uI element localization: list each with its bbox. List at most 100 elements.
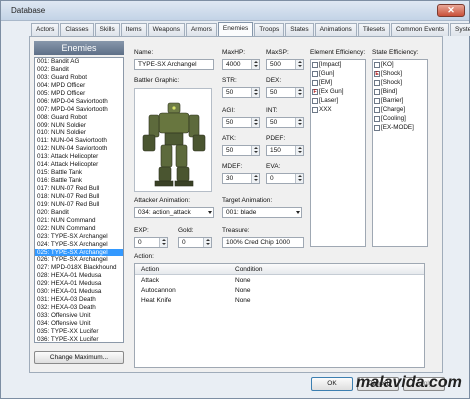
change-maximum-button[interactable]: Change Maximum... [34,351,124,364]
list-item[interactable]: 035: TYPE-XX Lucifer [35,328,123,336]
efficiency-checkbox[interactable] [374,79,380,86]
list-item[interactable]: 009: NUN Soldier [35,122,123,130]
efficiency-checkbox[interactable] [312,70,318,77]
list-item[interactable]: 002: Bandit [35,66,123,74]
list-item[interactable]: 013: Attack Helicopter [35,153,123,161]
table-row[interactable]: Autocannon None [135,286,424,296]
efficiency-checkbox[interactable] [374,106,380,113]
gold-stepper[interactable]: 0 [178,237,212,248]
close-button[interactable]: ✕ [437,4,465,17]
tab-tilesets[interactable]: Tilesets [357,23,390,36]
action-table[interactable]: Action Condition Attack None Autocannon Non… [134,263,425,368]
pdef-stepper[interactable]: 150 [266,145,304,156]
tab-system[interactable]: System [450,23,470,36]
list-item[interactable]: 023: TYPE-SX Archangel [35,233,123,241]
spin-arrows-icon[interactable] [251,88,259,97]
efficiency-checkbox[interactable]: F [312,88,318,95]
efficiency-checkbox[interactable] [312,79,318,86]
efficiency-row[interactable]: [Shock] [373,78,427,87]
list-item[interactable]: 018: NUN-07 Red Bull [35,193,123,201]
list-item[interactable]: 026: TYPE-SX Archangel [35,256,123,264]
target-animation-select[interactable]: 001: blade [222,207,302,218]
efficiency-row[interactable]: [Barrier] [373,96,427,105]
tab-actors[interactable]: Actors [31,23,60,36]
tab-armors[interactable]: Armors [185,23,217,36]
efficiency-checkbox[interactable]: E [374,70,380,77]
list-item[interactable]: 004: MPD Officer [35,82,123,90]
list-item[interactable]: 007: MPD-04 Saviortooth [35,106,123,114]
list-item[interactable]: 029: HEXA-01 Medusa [35,280,123,288]
dex-stepper[interactable]: 50 [266,87,304,98]
spin-arrows-icon[interactable] [251,146,259,155]
enemies-list[interactable]: 001: Bandit AG 002: Bandit 003: Guard Robo… [34,57,124,343]
efficiency-row[interactable]: [Bind] [373,87,427,96]
list-item[interactable]: 036: TYPE-XX Lucifer [35,336,123,342]
efficiency-checkbox[interactable] [312,61,318,68]
list-item[interactable]: 034: Offensive Unit [35,320,123,328]
efficiency-row[interactable]: [Laser] [311,96,365,105]
action-column-header[interactable]: Action [141,264,159,275]
state-efficiency-list[interactable]: [KO] E [Shock] [Shock] [Bind] [Barrier] [Charg… [372,59,428,247]
list-item[interactable]: 005: MPD Officer [35,90,123,98]
efficiency-checkbox[interactable] [374,61,380,68]
list-item[interactable]: 006: MPD-04 Saviortooth [35,98,123,106]
condition-column-header[interactable]: Condition [235,264,262,275]
efficiency-checkbox[interactable] [374,88,380,95]
spin-arrows-icon[interactable] [295,174,303,183]
treasure-field[interactable]: 100% Cred Chip 1000 [222,237,304,248]
list-item[interactable]: 025: TYPE-SX Archangel [35,248,123,257]
list-item[interactable]: 014: Attack Helicopter [35,161,123,169]
efficiency-row[interactable]: [KO] [373,60,427,69]
agi-stepper[interactable]: 50 [222,117,260,128]
list-item[interactable]: 003: Guard Robot [35,74,123,82]
efficiency-checkbox[interactable] [312,106,318,113]
efficiency-row[interactable]: [EX-MODE] [373,123,427,132]
efficiency-checkbox[interactable] [374,124,380,131]
maxsp-stepper[interactable]: 500 [266,59,304,70]
list-item[interactable]: 020: Bandit [35,209,123,217]
list-item[interactable]: 017: NUN-07 Red Bull [35,185,123,193]
ok-button[interactable]: OK [311,377,353,391]
efficiency-row[interactable]: [EM] [311,78,365,87]
tab-classes[interactable]: Classes [60,23,94,36]
name-field[interactable]: TYPE-SX Archangel [134,59,214,70]
tab-weapons[interactable]: Weapons [147,23,185,36]
list-item[interactable]: 010: NUN Soldier [35,129,123,137]
list-item[interactable]: 027: MPD-018X Blackhound [35,264,123,272]
element-efficiency-list[interactable]: [Impact] [Gun] [EM] F [Ex Gun] [Laser] XXX [310,59,366,247]
efficiency-row[interactable]: F [Ex Gun] [311,87,365,96]
efficiency-row[interactable]: [Gun] [311,69,365,78]
list-item[interactable]: 031: HEXA-03 Death [35,296,123,304]
table-row[interactable]: Attack None [135,276,424,286]
list-item[interactable]: 022: NUN Command [35,225,123,233]
tab-troops[interactable]: Troops [254,23,285,36]
spin-arrows-icon[interactable] [251,174,259,183]
spin-arrows-icon[interactable] [251,118,259,127]
int-stepper[interactable]: 50 [266,117,304,128]
spin-arrows-icon[interactable] [295,146,303,155]
spin-arrows-icon[interactable] [159,238,167,247]
list-item[interactable]: 021: NUN Command [35,217,123,225]
spin-arrows-icon[interactable] [251,60,259,69]
tab-animations[interactable]: Animations [314,23,357,36]
efficiency-checkbox[interactable] [374,97,380,104]
list-item[interactable]: 019: NUN-07 Red Bull [35,201,123,209]
efficiency-row[interactable]: E [Shock] [373,69,427,78]
maxhp-stepper[interactable]: 4000 [222,59,260,70]
list-item[interactable]: 032: HEXA-03 Death [35,304,123,312]
list-item[interactable]: 024: TYPE-SX Archangel [35,241,123,249]
tab-skills[interactable]: Skills [94,23,120,36]
tab-items[interactable]: Items [120,23,147,36]
tab-enemies[interactable]: Enemies [217,22,254,36]
tab-common-events[interactable]: Common Events [390,23,450,36]
spin-arrows-icon[interactable] [203,238,211,247]
list-item[interactable]: 016: Battle Tank [35,177,123,185]
spin-arrows-icon[interactable] [295,88,303,97]
efficiency-row[interactable]: [Cooling] [373,114,427,123]
spin-arrows-icon[interactable] [295,60,303,69]
mdef-stepper[interactable]: 30 [222,173,260,184]
tab-states[interactable]: States [285,23,314,36]
table-row[interactable]: Heat Knife None [135,296,424,306]
spin-arrows-icon[interactable] [295,118,303,127]
exp-stepper[interactable]: 0 [134,237,168,248]
